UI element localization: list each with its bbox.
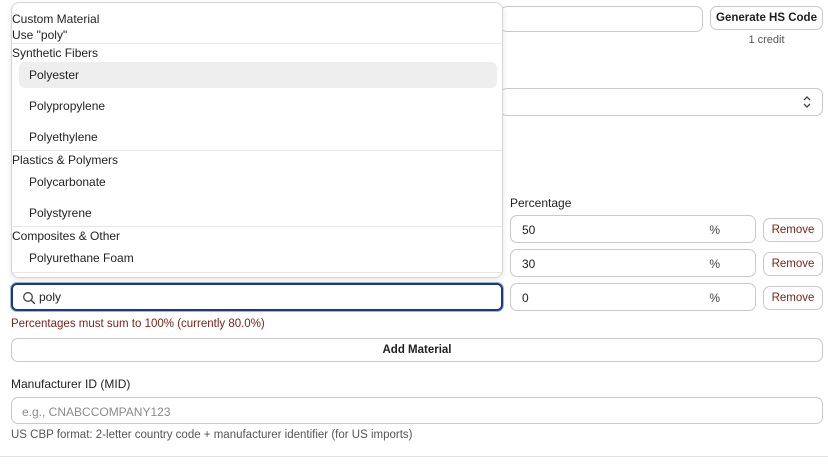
dropdown-divider xyxy=(12,272,502,273)
percentage-column-label: Percentage xyxy=(510,196,572,210)
percentage-value: 0 xyxy=(522,291,529,305)
material-suggestions-dropdown: Custom Material Use "poly" Synthetic Fib… xyxy=(11,2,503,278)
percentage-input[interactable]: 30 % xyxy=(510,249,756,277)
percentage-input[interactable]: 0 % xyxy=(510,283,756,311)
percent-unit: % xyxy=(709,257,720,271)
percentage-input[interactable]: 50 % xyxy=(510,215,756,243)
manufacturer-id-label: Manufacturer ID (MID) xyxy=(11,377,131,391)
search-query: poly xyxy=(39,290,62,304)
option-polyethylene[interactable]: Polyethylene xyxy=(19,124,497,150)
search-icon xyxy=(23,292,36,305)
generate-hs-code-button[interactable]: Generate HS Code xyxy=(710,6,823,30)
percentage-error-message: Percentages must sum to 100% (currently … xyxy=(11,318,265,330)
percent-unit: % xyxy=(709,291,720,305)
chevron-up-down-icon xyxy=(803,96,811,108)
dropdown-divider xyxy=(12,150,502,151)
option-polycarbonate[interactable]: Polycarbonate xyxy=(19,169,497,195)
group-heading-composites-other: Composites & Other xyxy=(12,229,121,243)
hs-description-input[interactable] xyxy=(500,6,703,32)
manufacturer-id-input[interactable]: e.g., CNABCCOMPANY123 xyxy=(11,397,823,424)
manufacturer-id-help-text: US CBP format: 2-letter country code + m… xyxy=(11,429,413,441)
option-polystyrene[interactable]: Polystyrene xyxy=(19,200,497,226)
material-search-input[interactable]: poly xyxy=(11,283,503,311)
add-material-button[interactable]: Add Material xyxy=(11,338,823,362)
percent-unit: % xyxy=(709,223,720,237)
percentage-value: 30 xyxy=(522,257,536,271)
group-heading-synthetic-fibers: Synthetic Fibers xyxy=(12,46,99,60)
manufacturer-id-placeholder: e.g., CNABCCOMPANY123 xyxy=(22,405,171,419)
remove-material-button[interactable]: Remove xyxy=(763,252,823,276)
group-heading-plastics-polymers: Plastics & Polymers xyxy=(12,153,119,167)
remove-material-button[interactable]: Remove xyxy=(763,286,823,310)
custom-material-heading: Custom Material xyxy=(12,12,100,26)
percentage-value: 50 xyxy=(522,223,536,237)
dropdown-divider xyxy=(12,43,502,44)
category-select[interactable] xyxy=(500,88,823,116)
credit-cost-label: 1 credit xyxy=(748,34,785,46)
option-polypropylene[interactable]: Polypropylene xyxy=(19,93,497,119)
section-divider xyxy=(0,456,828,457)
option-polyester[interactable]: Polyester xyxy=(19,62,497,88)
option-polyurethane-foam[interactable]: Polyurethane Foam xyxy=(19,245,497,271)
use-custom-material-option[interactable]: Use "poly" xyxy=(12,28,67,42)
remove-material-button[interactable]: Remove xyxy=(763,218,823,242)
dropdown-divider xyxy=(12,226,502,227)
